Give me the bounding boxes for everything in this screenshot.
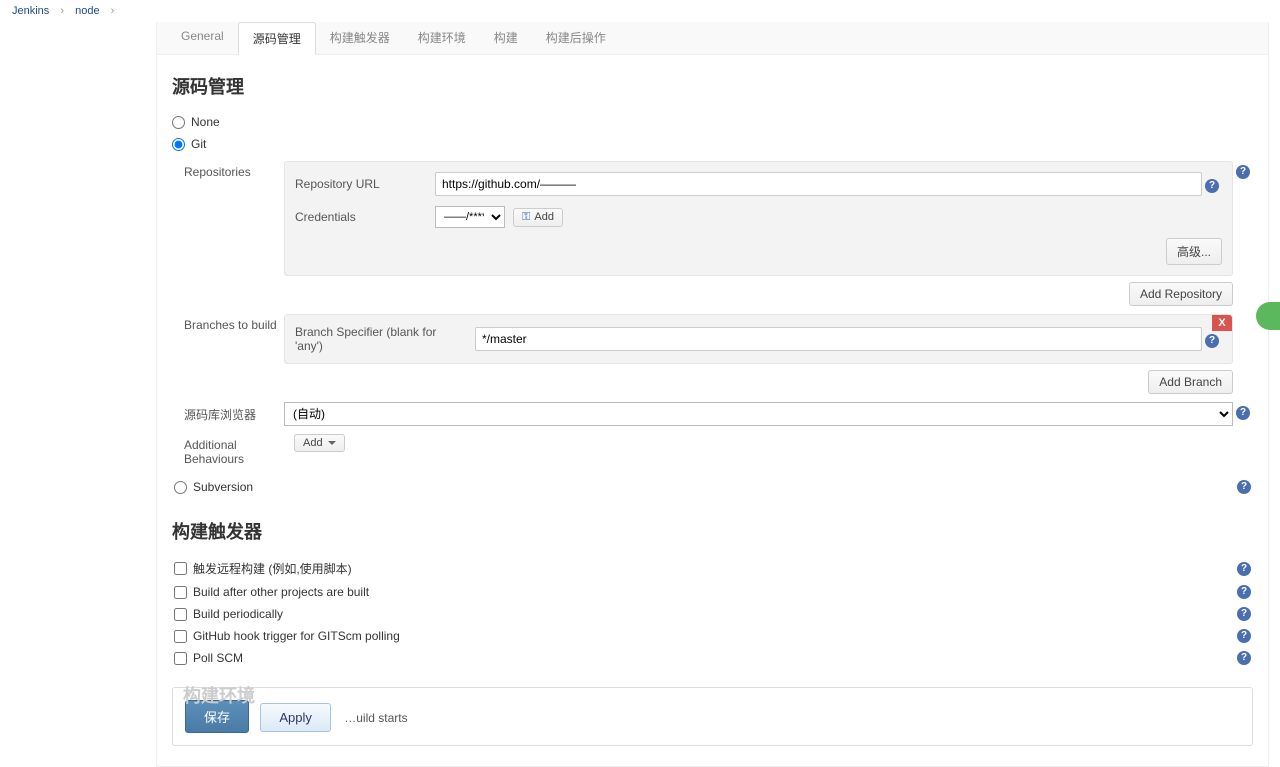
add-behaviour-button[interactable]: Add — [294, 434, 345, 452]
trigger-row: Build after other projects are built ? — [172, 581, 1253, 603]
add-credential-button[interactable]: ⚿ Add — [513, 208, 563, 227]
trigger-label: Poll SCM — [193, 651, 243, 665]
trigger-row: Poll SCM ? — [172, 647, 1253, 669]
section-heading-scm: 源码管理 — [172, 73, 1253, 99]
apply-button[interactable]: Apply — [260, 703, 331, 732]
repo-browser-select[interactable]: (自动) — [284, 402, 1233, 426]
breadcrumb-item[interactable]: node — [75, 5, 99, 17]
section-heading-triggers: 构建触发器 — [172, 518, 1253, 544]
help-icon[interactable]: ? — [1237, 629, 1251, 643]
scm-label-none: None — [191, 115, 220, 129]
scm-option-none[interactable]: None — [172, 111, 1253, 133]
breadcrumb-item[interactable]: Jenkins — [12, 5, 49, 17]
browser-label: 源码库浏览器 — [184, 402, 284, 423]
tab-post-build[interactable]: 构建后操作 — [532, 22, 620, 54]
help-icon[interactable]: ? — [1205, 179, 1219, 193]
cred-select[interactable]: ——/****** — [435, 206, 505, 228]
help-icon[interactable]: ? — [1236, 406, 1250, 420]
help-icon[interactable]: ? — [1205, 334, 1219, 348]
key-icon: ⚿ — [522, 211, 530, 224]
help-icon[interactable]: ? — [1237, 585, 1251, 599]
trigger-row: 触发远程构建 (例如,使用脚本) ? — [172, 556, 1253, 581]
repository-panel: Repository URL ? Credentials — [284, 161, 1233, 276]
repo-url-input[interactable] — [435, 172, 1202, 196]
trigger-remote-checkbox[interactable] — [174, 562, 187, 575]
save-button[interactable]: 保存 — [185, 700, 249, 733]
scm-radio-git[interactable] — [172, 138, 185, 151]
trigger-upstream-checkbox[interactable] — [174, 586, 187, 599]
scm-label-git: Git — [191, 137, 206, 151]
help-icon[interactable]: ? — [1237, 480, 1251, 494]
branch-spec-label: Branch Specifier (blank for 'any') — [295, 325, 475, 353]
trigger-label: Build after other projects are built — [193, 585, 369, 599]
trigger-label: 触发远程构建 (例如,使用脚本) — [193, 560, 352, 577]
scm-radio-subversion[interactable] — [174, 481, 187, 494]
tab-triggers[interactable]: 构建触发器 — [316, 22, 404, 54]
help-icon[interactable]: ? — [1237, 562, 1251, 576]
tab-scm[interactable]: 源码管理 — [238, 22, 316, 55]
trigger-label: GitHub hook trigger for GITScm polling — [193, 629, 400, 643]
scm-option-git[interactable]: Git — [172, 133, 1253, 155]
tab-build-env[interactable]: 构建环境 — [404, 22, 480, 54]
trigger-row: Build periodically ? — [172, 603, 1253, 625]
partial-text: …uild starts — [344, 711, 407, 725]
add-branch-button[interactable]: Add Branch — [1148, 370, 1233, 394]
help-icon[interactable]: ? — [1237, 607, 1251, 621]
help-icon[interactable]: ? — [1237, 651, 1251, 665]
help-icon[interactable]: ? — [1236, 165, 1250, 179]
breadcrumb-sep: › — [60, 5, 64, 17]
branches-label: Branches to build — [184, 314, 284, 332]
tab-general[interactable]: General — [167, 22, 238, 54]
tab-build[interactable]: 构建 — [480, 22, 532, 54]
trigger-poll-scm-checkbox[interactable] — [174, 652, 187, 665]
add-repository-button[interactable]: Add Repository — [1129, 282, 1233, 306]
behaviours-label: Additional Behaviours — [184, 434, 294, 466]
repo-url-label: Repository URL — [295, 177, 435, 191]
repositories-label: Repositories — [184, 161, 284, 179]
branch-spec-input[interactable] — [475, 327, 1202, 351]
trigger-label: Build periodically — [193, 607, 283, 621]
config-tabs: General 源码管理 构建触发器 构建环境 构建 构建后操作 — [157, 22, 1268, 55]
scm-label-subversion: Subversion — [193, 480, 253, 494]
trigger-github-hook-checkbox[interactable] — [174, 630, 187, 643]
branch-panel: X Branch Specifier (blank for 'any') ? — [284, 314, 1233, 364]
scm-radio-none[interactable] — [172, 116, 185, 129]
trigger-periodic-checkbox[interactable] — [174, 608, 187, 621]
floating-badge-icon[interactable] — [1256, 302, 1280, 330]
breadcrumb-sep: › — [111, 5, 115, 17]
delete-branch-button[interactable]: X — [1212, 315, 1232, 331]
cred-label: Credentials — [295, 210, 435, 224]
trigger-row: GitHub hook trigger for GITScm polling ? — [172, 625, 1253, 647]
advanced-button[interactable]: 高级... — [1166, 238, 1222, 265]
breadcrumb: Jenkins › node › — [0, 0, 1280, 22]
